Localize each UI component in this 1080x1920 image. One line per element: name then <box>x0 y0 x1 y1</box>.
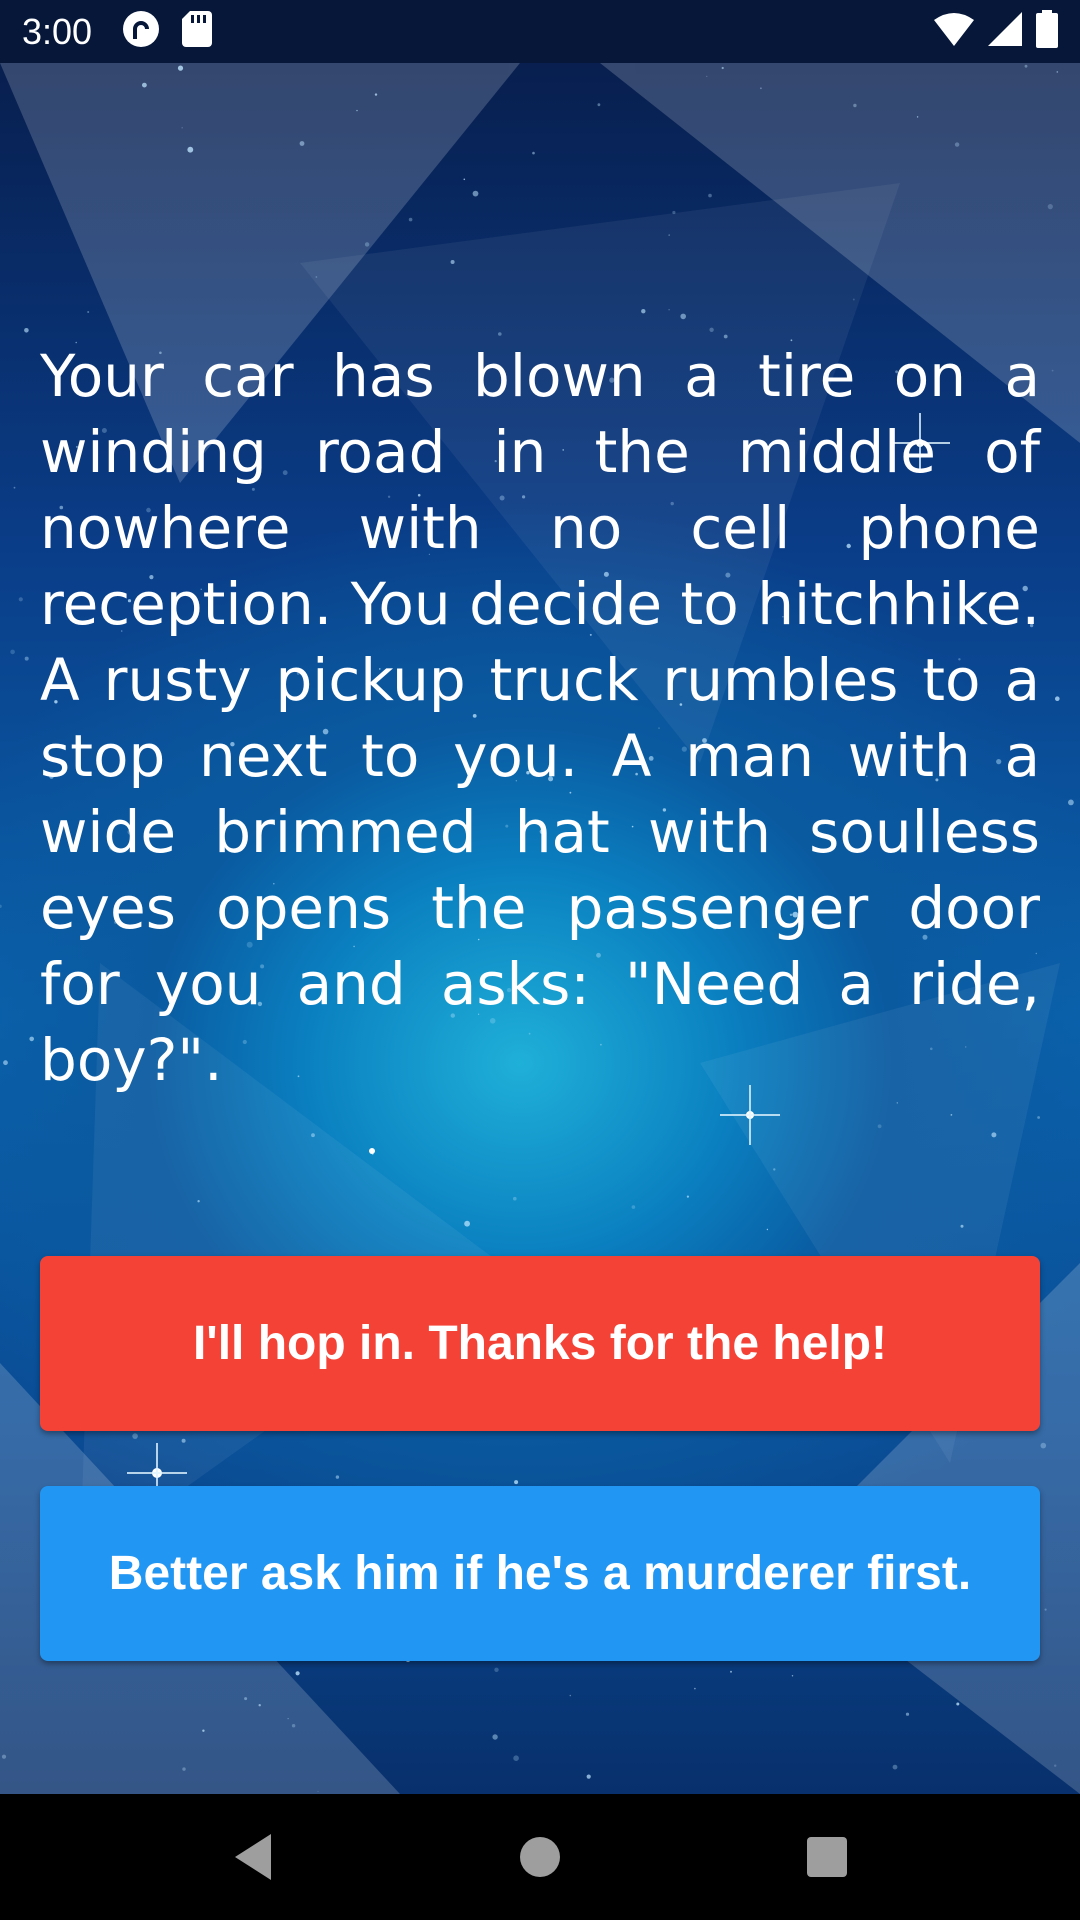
back-icon[interactable] <box>208 1812 298 1902</box>
status-system-icons <box>934 10 1058 53</box>
status-notification-icons <box>122 10 213 53</box>
choice-button-ask-murderer[interactable]: Better ask him if he's a murderer first. <box>40 1486 1040 1661</box>
choice-button-hop-in[interactable]: I'll hop in. Thanks for the help! <box>40 1256 1040 1431</box>
recents-icon[interactable] <box>782 1812 872 1902</box>
pocket-casts-icon <box>122 10 160 53</box>
status-time: 3:00 <box>22 10 93 52</box>
story-text: Your car has blown a tire on a winding r… <box>40 342 1040 1094</box>
wifi-icon <box>934 12 974 51</box>
cell-signal-icon <box>988 12 1022 51</box>
sd-card-icon <box>182 11 213 52</box>
home-icon[interactable] <box>495 1812 585 1902</box>
battery-icon <box>1036 10 1058 53</box>
navigation-bar <box>0 1794 1080 1920</box>
status-bar: 3:00 <box>0 0 1080 63</box>
story-screen: Your car has blown a tire on a winding r… <box>0 63 1080 1794</box>
